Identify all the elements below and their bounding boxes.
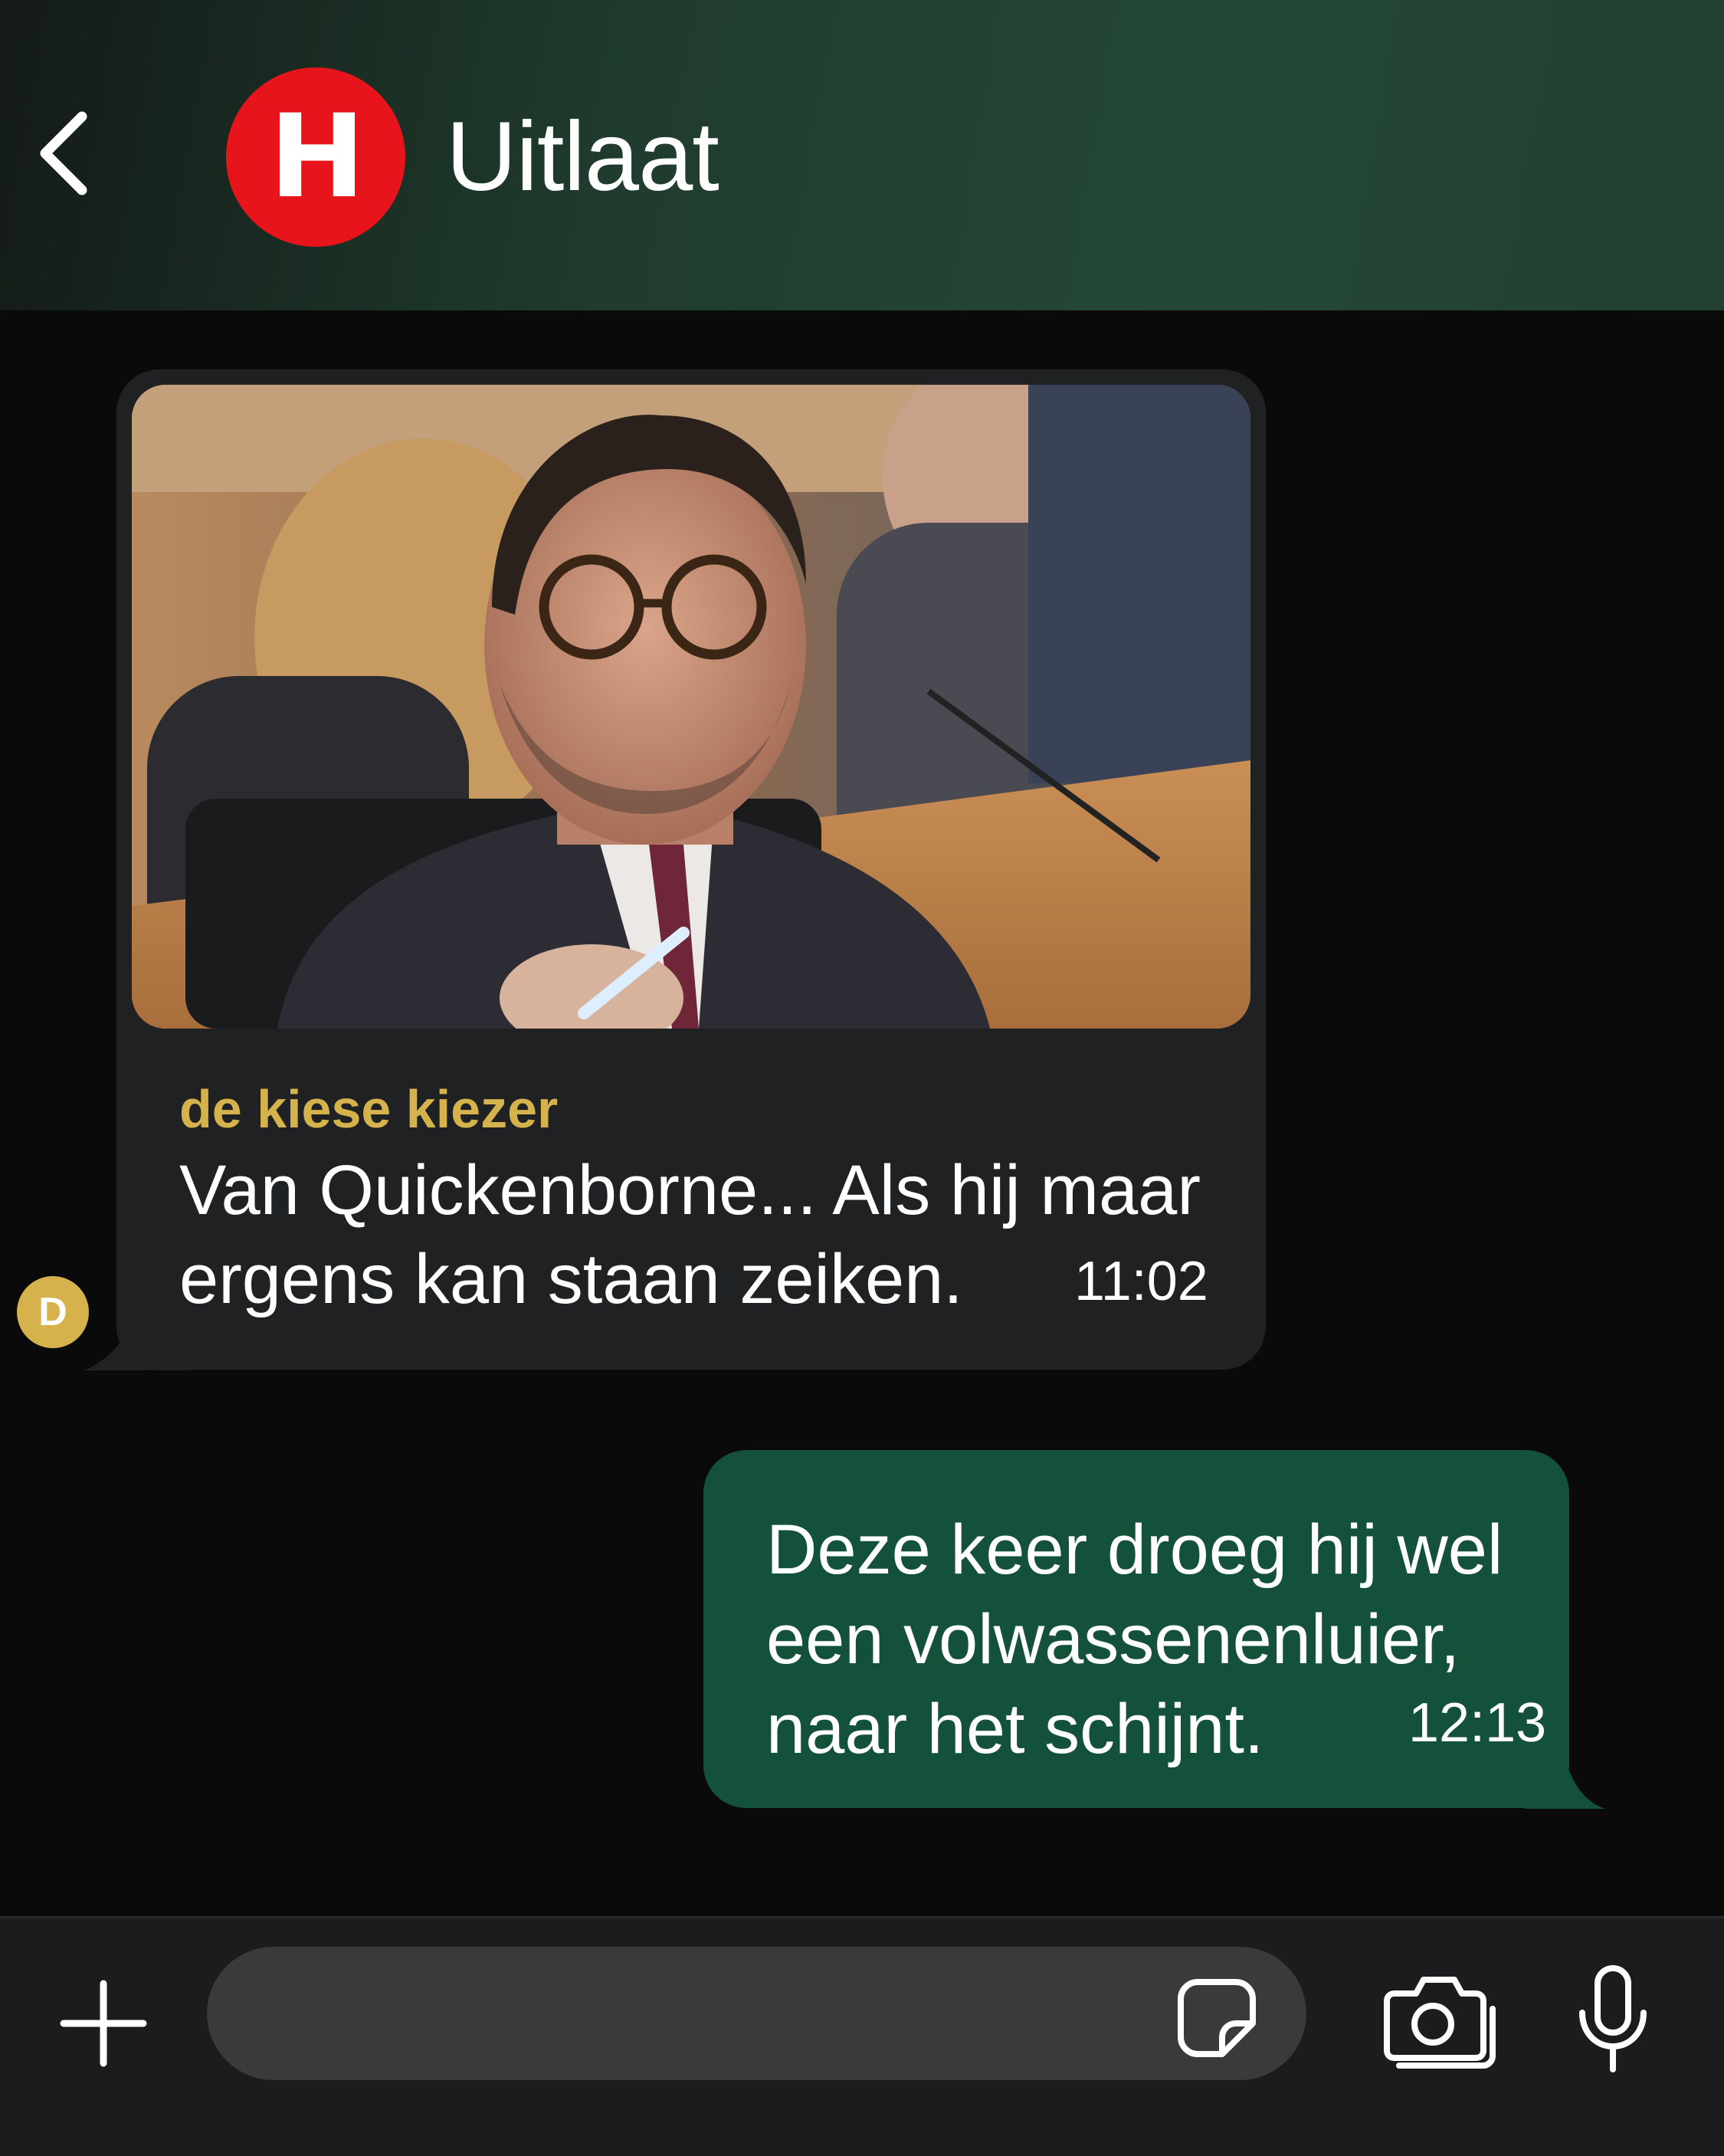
- message-photo[interactable]: [132, 385, 1250, 1029]
- incoming-message-bubble[interactable]: de kiese kiezer Van Quickenborne... Als …: [116, 369, 1266, 1370]
- sender-avatar[interactable]: D: [17, 1276, 89, 1348]
- sender-name[interactable]: de kiese kiezer: [179, 1078, 558, 1140]
- group-avatar-logo[interactable]: H: [226, 67, 405, 247]
- chat-header: H Uitlaat: [0, 0, 1724, 310]
- back-button[interactable]: [31, 107, 100, 199]
- message-time: 11:02: [1074, 1251, 1208, 1312]
- microphone-icon: [1579, 1965, 1647, 2072]
- composer-divider: [0, 1916, 1724, 1918]
- microphone-button[interactable]: [1563, 1958, 1663, 2081]
- sticker-button[interactable]: [1165, 1966, 1268, 2069]
- logo-letter: H: [269, 90, 365, 224]
- outgoing-message-bubble[interactable]: Deze keer droeg hij wel een volwassenenl…: [703, 1450, 1569, 1808]
- camera-button[interactable]: [1372, 1958, 1506, 2077]
- chat-title[interactable]: Uitlaat: [446, 103, 719, 211]
- message-composer: [0, 1916, 1724, 2156]
- camera-icon: [1383, 1976, 1496, 2069]
- plus-icon: [60, 1980, 147, 2067]
- sticker-icon: [1177, 1978, 1256, 2057]
- photo-image: [132, 385, 1250, 1029]
- message-input[interactable]: [207, 1947, 1306, 2080]
- chevron-left-icon: [40, 111, 87, 195]
- message-time: 12:13: [1408, 1692, 1547, 1754]
- attach-button[interactable]: [46, 1966, 161, 2081]
